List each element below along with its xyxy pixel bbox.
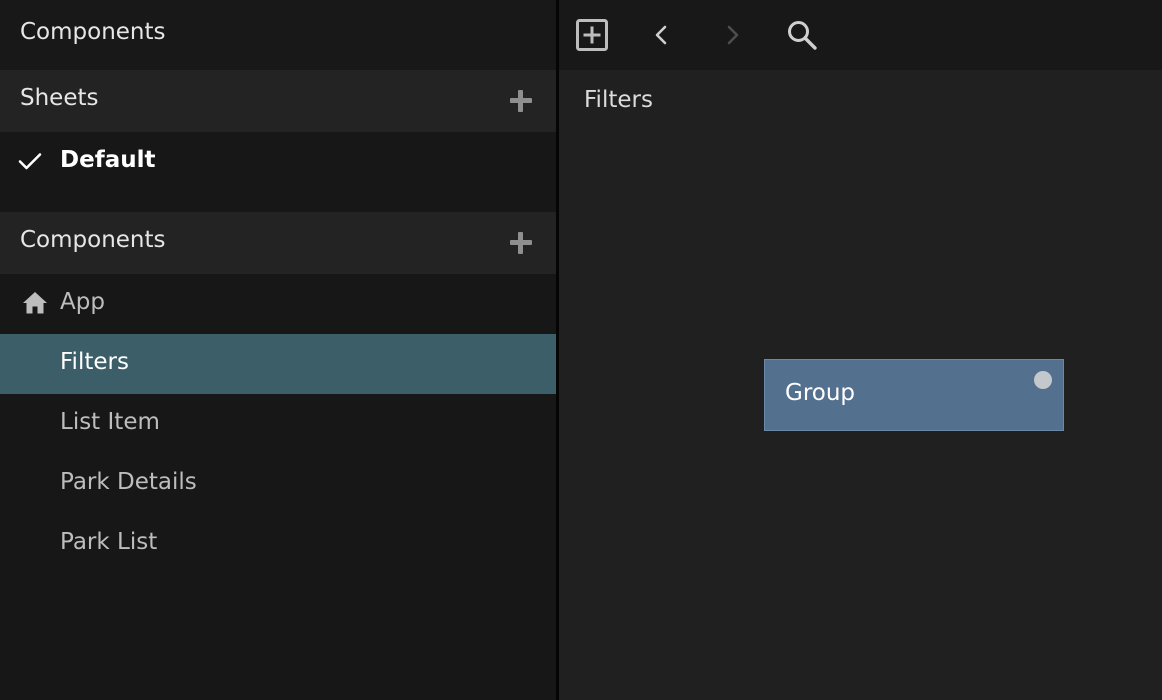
node-canvas[interactable]: Group (559, 130, 1162, 700)
component-item-list-item[interactable]: List Item (0, 394, 556, 454)
main-panel: Filters Group (559, 0, 1162, 700)
components-header: Components (0, 212, 556, 274)
component-item-filters[interactable]: Filters (0, 334, 556, 394)
component-item-label: Filters (60, 349, 129, 375)
component-item-label: App (60, 289, 105, 315)
component-item-park-list[interactable]: Park List (0, 514, 556, 574)
add-component-button[interactable] (510, 232, 532, 254)
components-header-label: Components (20, 227, 166, 253)
component-item-label: Park List (60, 529, 158, 555)
page-title: Filters (584, 87, 653, 113)
sheets-header: Sheets (0, 70, 556, 132)
component-item-label: List Item (60, 409, 160, 435)
sheets-header-label: Sheets (20, 85, 99, 111)
check-icon (18, 153, 42, 170)
sidebar: Components Sheets Default Components App… (0, 0, 556, 700)
toolbar (559, 0, 1162, 70)
add-sheet-button[interactable] (510, 90, 532, 112)
sidebar-title: Components (20, 19, 166, 45)
node-port[interactable] (1034, 371, 1052, 389)
add-box-icon[interactable] (574, 17, 610, 53)
chevron-left-icon[interactable] (644, 17, 680, 53)
sheet-item-default[interactable]: Default (0, 132, 556, 192)
app-window: Components Sheets Default Components App… (0, 0, 1162, 700)
component-item-park-details[interactable]: Park Details (0, 454, 556, 514)
home-icon (23, 292, 47, 314)
component-item-app[interactable]: App (0, 274, 556, 334)
component-item-label: Park Details (60, 469, 197, 495)
sheet-item-label: Default (60, 147, 156, 173)
group-node[interactable]: Group (764, 359, 1064, 431)
sidebar-title-bar: Components (0, 0, 556, 70)
chevron-right-icon[interactable] (714, 17, 750, 53)
node-label: Group (785, 380, 856, 406)
search-icon[interactable] (784, 17, 820, 53)
